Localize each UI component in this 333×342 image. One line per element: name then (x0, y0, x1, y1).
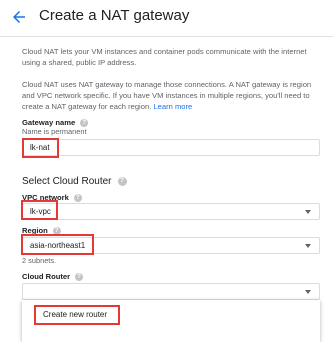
gateway-name-highlight (22, 138, 59, 158)
select-cloud-router-title-text: Select Cloud Router (22, 176, 112, 187)
caret-down-icon[interactable] (305, 244, 311, 248)
page-header: Create a NAT gateway (0, 0, 333, 37)
intro-paragraph-2: Cloud NAT uses NAT gateway to manage tho… (22, 79, 322, 112)
intro-paragraph-1: Cloud NAT lets your VM instances and con… (22, 47, 307, 67)
help-icon[interactable]: ? (80, 118, 89, 127)
gateway-name-label-text: Gateway name (22, 118, 76, 127)
region-hint: 2 subnets. (22, 256, 57, 265)
learn-more-link[interactable]: Learn more (153, 102, 192, 111)
page-title: Create a NAT gateway (39, 7, 190, 24)
region-highlight (21, 234, 94, 255)
create-new-router-highlight (34, 305, 120, 325)
gateway-name-hint: Name is permanent (22, 127, 87, 136)
caret-down-icon[interactable] (305, 210, 311, 214)
cloud-router-menu: Create new router (22, 300, 320, 342)
arrow-back-icon[interactable] (10, 8, 28, 26)
cloud-router-label: Cloud Router ? (22, 272, 84, 281)
help-icon[interactable]: ? (75, 272, 84, 281)
create-nat-gateway-page: Create a NAT gateway Cloud NAT lets your… (0, 0, 333, 342)
select-cloud-router-title: Select Cloud Router ? (22, 176, 127, 187)
help-icon[interactable]: ? (73, 193, 82, 202)
cloud-router-label-text: Cloud Router (22, 272, 71, 281)
vpc-network-select[interactable]: lk-vpc (22, 203, 320, 220)
vpc-network-highlight (21, 200, 58, 220)
help-icon[interactable]: ? (117, 177, 127, 186)
gateway-name-label: Gateway name ? (22, 118, 89, 127)
caret-down-icon[interactable] (305, 290, 311, 294)
cloud-router-select[interactable] (22, 283, 320, 300)
gateway-name-input[interactable]: lk-nat (22, 139, 320, 156)
